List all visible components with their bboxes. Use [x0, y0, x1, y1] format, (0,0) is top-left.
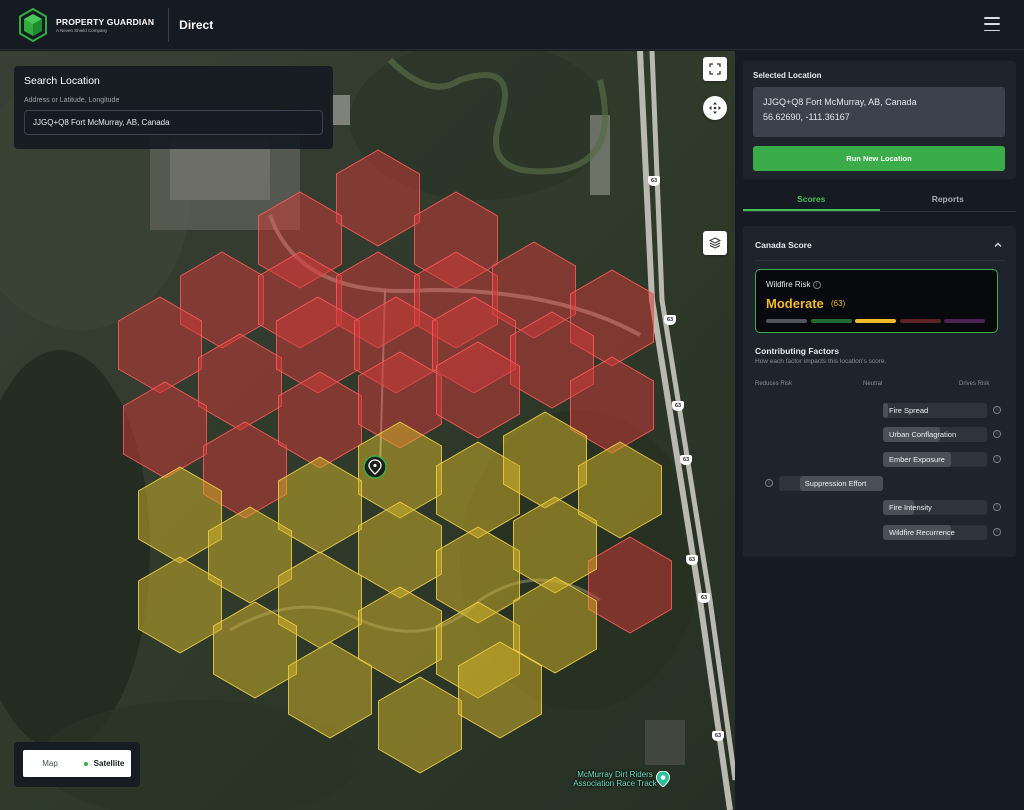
info-icon[interactable]: i — [993, 503, 1001, 512]
selected-location-box: JJGQ+Q8 Fort McMurray, AB, Canada 56.626… — [753, 87, 1005, 137]
risk-score-value: (63) — [831, 299, 846, 308]
factor-impact-fill — [883, 403, 889, 418]
header-divider — [168, 7, 170, 42]
brand-logo[interactable]: PROPERTY GUARDIAN A Neven Shield Company — [18, 0, 154, 50]
map-type-map-option[interactable]: Map — [23, 750, 77, 777]
hamburger-menu-icon[interactable] — [984, 17, 1000, 31]
wildfire-risk-box: Wildfire Risk i Moderate (63) — [755, 269, 998, 333]
factor-label: Suppression Effort — [804, 478, 867, 488]
poi-pin-icon[interactable] — [656, 771, 670, 787]
risk-bar-segment — [766, 319, 807, 323]
map-view[interactable]: Search Location Address or Latitude, Lon… — [0, 51, 735, 810]
sidebar: Selected Location JJGQ+Q8 Fort McMurray,… — [735, 51, 1024, 810]
factor-label: Ember Exposure — [889, 454, 945, 464]
selected-location-card: Selected Location JJGQ+Q8 Fort McMurray,… — [743, 61, 1016, 179]
highway-63-shield: 63 — [672, 401, 684, 411]
factor-label: Wildfire Recurrence — [889, 527, 955, 537]
highway-63-shield: 63 — [648, 176, 660, 186]
search-location-panel: Search Location Address or Latitude, Lon… — [14, 66, 333, 149]
highway-63-shield: 63 — [686, 555, 698, 565]
info-icon[interactable]: i — [993, 430, 1001, 439]
factor-row[interactable]: Suppression Effort i — [743, 475, 1016, 491]
poi-label[interactable]: McMurray Dirt Riders Association Race Tr… — [565, 770, 665, 788]
factor-row[interactable]: Urban Conflagration i — [743, 427, 1016, 443]
map-type-switcher: Map Satellite — [14, 742, 140, 787]
selected-address: JJGQ+Q8 Fort McMurray, AB, Canada — [763, 97, 917, 107]
chevron-up-icon[interactable] — [993, 240, 1003, 250]
canada-score-card: Canada Score Wildfire Risk i Moderate (6… — [743, 226, 1016, 557]
factor-label: Fire Spread — [889, 406, 929, 415]
location-pin-icon[interactable] — [363, 455, 387, 479]
info-icon[interactable]: i — [765, 478, 773, 487]
canada-score-heading: Canada Score — [755, 240, 812, 250]
selected-coordinates: 56.62690, -111.36167 — [763, 112, 850, 122]
axis-reduces-risk: Reduces Risk — [755, 381, 793, 387]
map-type-satellite-option[interactable]: Satellite — [77, 750, 131, 777]
highway-63-shield: 63 — [664, 315, 676, 325]
factor-label: Urban Conflagration — [889, 430, 957, 440]
axis-neutral: Neutral — [863, 381, 883, 387]
highway-63-shield: 63 — [680, 455, 692, 465]
pan-control-icon[interactable] — [703, 96, 727, 120]
brand-subtitle: A Neven Shield Company — [56, 27, 108, 33]
risk-bar-segment — [810, 319, 852, 323]
fullscreen-icon[interactable] — [703, 57, 727, 81]
info-icon[interactable]: i — [993, 454, 1001, 463]
search-hint: Address or Latitude, Longitude — [24, 97, 120, 104]
divider — [755, 260, 1005, 261]
info-icon[interactable]: i — [993, 406, 1001, 414]
risk-scale-bars — [766, 319, 989, 323]
run-new-location-button[interactable]: Run New Location — [753, 146, 1005, 171]
factor-row[interactable]: Fire Intensity i — [743, 500, 1016, 516]
risk-level: Moderate — [766, 296, 824, 311]
tab-bar: Scores Reports — [743, 189, 1016, 212]
satellite-label: Satellite — [93, 759, 125, 768]
wildfire-risk-title: Wildfire Risk i — [766, 280, 821, 289]
axis-drives-risk: Drives Risk — [959, 381, 990, 387]
highway-63-shield: 63 — [698, 593, 710, 603]
risk-bar-segment — [944, 319, 985, 323]
brand-name: PROPERTY GUARDIAN — [56, 16, 155, 27]
factor-row[interactable]: Ember Exposure i — [743, 451, 1016, 467]
highway-63-shield: 63 — [712, 731, 724, 741]
search-location-input[interactable] — [24, 110, 323, 135]
risk-bar-segment — [899, 319, 941, 323]
contributing-factors-title: Contributing Factors — [755, 346, 840, 356]
info-icon[interactable]: i — [812, 280, 821, 289]
risk-bar-segment — [855, 319, 896, 323]
layers-icon[interactable] — [703, 231, 727, 255]
satellite-imagery[interactable] — [0, 51, 735, 810]
contributing-factors-subtitle: How each factor impacts this location's … — [755, 358, 887, 365]
app-header: PROPERTY GUARDIAN A Neven Shield Company… — [0, 0, 1024, 50]
factor-row[interactable]: Fire Spread i — [743, 403, 1016, 418]
wildfire-risk-label: Wildfire Risk — [766, 280, 811, 289]
selected-dot-icon — [83, 761, 88, 766]
product-name: Direct — [179, 17, 214, 32]
factor-row[interactable]: Wildfire Recurrence i — [743, 524, 1016, 540]
tab-scores[interactable]: Scores — [743, 189, 880, 211]
tab-reports[interactable]: Reports — [880, 189, 1017, 211]
factor-label: Fire Intensity — [889, 503, 932, 513]
info-icon[interactable]: i — [993, 527, 1001, 536]
hexagon-logo-icon — [19, 7, 47, 42]
search-title: Search Location — [24, 75, 100, 87]
selected-location-title: Selected Location — [753, 71, 822, 80]
